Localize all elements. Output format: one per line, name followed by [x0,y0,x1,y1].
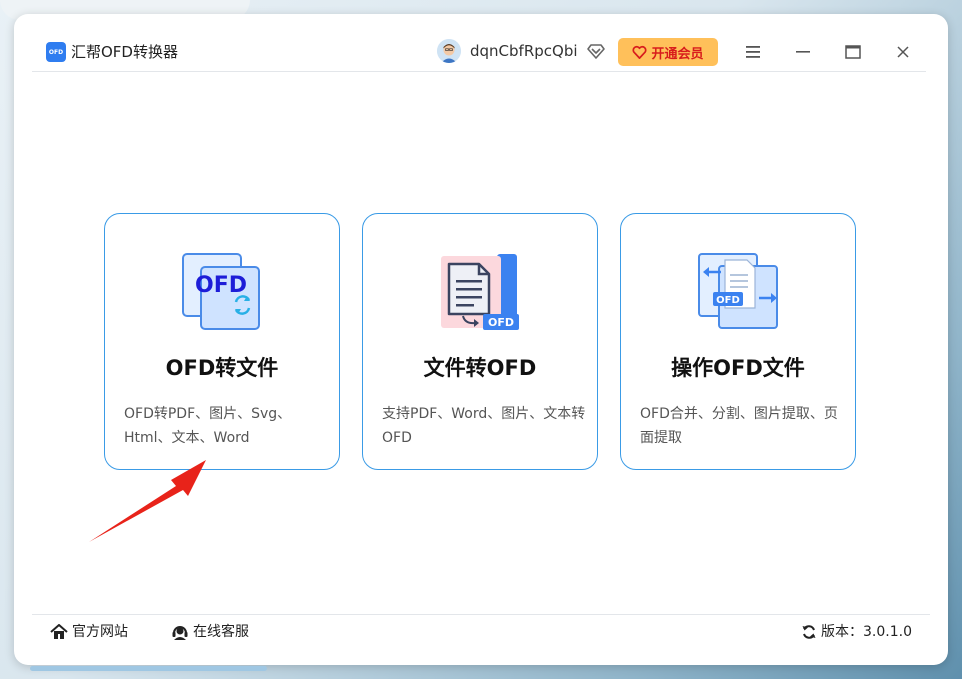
footer-divider [32,614,930,615]
ofd-to-file-icon: OFD [181,250,265,334]
avatar[interactable] [437,39,461,63]
minimize-icon[interactable] [792,42,814,62]
online-service-link[interactable]: 在线客服 [171,622,249,642]
version-label: 版本：3.0.1.0 [821,624,912,640]
vip-button[interactable]: 开通会员 [618,38,718,66]
svg-text:OFD: OFD [488,316,514,329]
card-ofd-to-file[interactable]: OFD OFD转文件 OFD转PDF、图片、Svg、Html、文本、Word [104,213,340,470]
app-title: 汇帮OFD转换器 [71,43,178,61]
app-logo-icon: OFD [46,42,66,62]
username[interactable]: dqnCbfRpcQbi [470,41,578,61]
home-icon [50,624,68,639]
card-title: 文件转OFD [423,356,537,380]
card-description: 支持PDF、Word、图片、文本转OFD [382,406,586,446]
card-description: OFD合并、分割、图片提取、页面提取 [640,406,838,446]
service-label: 在线客服 [193,624,249,640]
official-website-link[interactable]: 官方网站 [50,622,128,642]
close-icon[interactable] [892,42,914,62]
website-label: 官方网站 [72,624,128,640]
refresh-icon [802,625,816,639]
svg-text:OFD: OFD [195,273,247,298]
heart-icon [632,45,647,59]
menu-icon[interactable] [742,42,764,62]
version-info[interactable]: 版本：3.0.1.0 [801,622,912,642]
card-operate-ofd[interactable]: OFD 操作OFD文件 OFD合并、分割、图片提取、页面提取 [620,213,856,470]
card-title: 操作OFD文件 [671,356,805,380]
app-window: OFD 汇帮OFD转换器 dqnCbfRpcQbi 开通会员 OFD OFD转文… [14,14,948,665]
title-divider [32,71,926,72]
operate-ofd-icon: OFD [697,250,781,334]
red-arrow-annotation [84,454,224,554]
scroll-indicator [30,666,267,671]
card-description: OFD转PDF、图片、Svg、Html、文本、Word [124,406,292,446]
headset-icon [172,625,188,640]
diamond-icon[interactable] [586,41,606,61]
svg-text:OFD: OFD [716,295,740,306]
file-to-ofd-icon: OFD [439,250,523,334]
vip-label: 开通会员 [651,46,704,62]
title-bar: OFD 汇帮OFD转换器 dqnCbfRpcQbi 开通会员 [14,14,948,72]
card-title: OFD转文件 [165,356,279,380]
card-file-to-ofd[interactable]: OFD 文件转OFD 支持PDF、Word、图片、文本转OFD [362,213,598,470]
maximize-icon[interactable] [842,42,864,62]
